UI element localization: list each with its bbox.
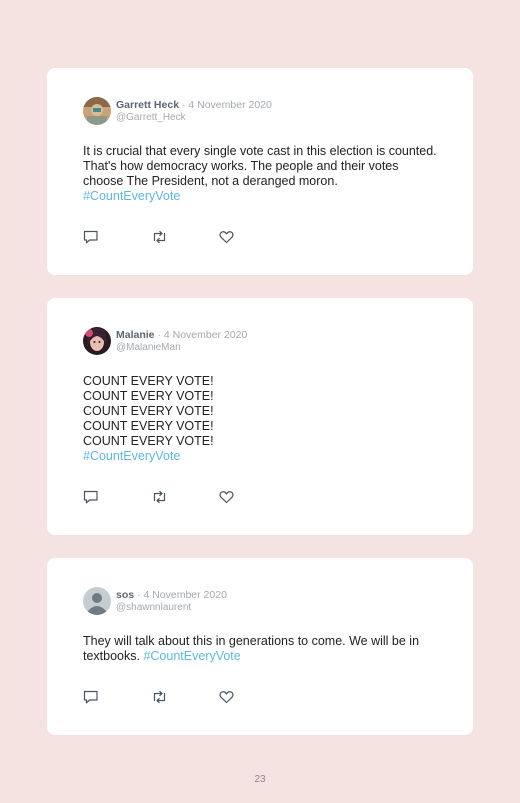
reply-icon[interactable] — [83, 690, 151, 706]
separator: · — [157, 328, 161, 341]
retweet-icon[interactable] — [151, 490, 219, 506]
reply-icon[interactable] — [83, 490, 151, 506]
tweet-text-content: They will talk about this in generations… — [83, 634, 420, 663]
author-handle[interactable]: @MalanieMan — [116, 342, 247, 354]
tweet-card: Garrett Heck · 4 November 2020 @Garrett_… — [47, 68, 473, 275]
hashtag-link[interactable]: #CountEveryVote — [83, 189, 180, 203]
tweet-text: COUNT EVERY VOTE! COUNT EVERY VOTE! COUN… — [83, 374, 437, 464]
tweet-date[interactable]: 4 November 2020 — [164, 329, 247, 341]
tweet-actions — [83, 230, 287, 246]
tweet-text-content: It is crucial that every single vote cas… — [83, 144, 437, 188]
avatar[interactable] — [83, 327, 111, 355]
tweet-date[interactable]: 4 November 2020 — [143, 589, 226, 601]
author-name[interactable]: Malanie — [116, 329, 155, 341]
separator: · — [137, 588, 141, 601]
author-name[interactable]: Garrett Heck — [116, 99, 179, 111]
separator: · — [181, 98, 186, 111]
tweet-text: They will talk about this in generations… — [83, 634, 437, 664]
avatar[interactable] — [83, 97, 111, 125]
hashtag-link[interactable]: #CountEveryVote — [83, 449, 180, 463]
retweet-icon[interactable] — [151, 690, 219, 706]
author-handle[interactable]: @Garrett_Heck — [116, 112, 272, 124]
hashtag-link[interactable]: #CountEveryVote — [143, 649, 240, 663]
tweet-text-content: COUNT EVERY VOTE! COUNT EVERY VOTE! COUN… — [83, 374, 214, 448]
like-icon[interactable] — [219, 230, 287, 246]
reply-icon[interactable] — [83, 230, 151, 246]
page-number: 23 — [254, 774, 266, 785]
avatar[interactable] — [83, 587, 111, 615]
retweet-icon[interactable] — [151, 230, 219, 246]
like-icon[interactable] — [219, 490, 287, 506]
tweet-header: Garrett Heck · 4 November 2020 @Garrett_… — [83, 96, 437, 126]
tweet-card: sos · 4 November 2020 @shawnnlaurent The… — [47, 558, 473, 735]
author-handle[interactable]: @shawnnlaurent — [116, 602, 227, 614]
author-name[interactable]: sos — [116, 589, 134, 601]
tweet-date[interactable]: 4 November 2020 — [188, 99, 271, 111]
tweet-actions — [83, 690, 287, 706]
tweet-header: Malanie · 4 November 2020 @MalanieMan — [83, 326, 437, 356]
like-icon[interactable] — [219, 690, 287, 706]
tweet-card: Malanie · 4 November 2020 @MalanieMan CO… — [47, 298, 473, 535]
tweet-actions — [83, 490, 287, 506]
tweet-text: It is crucial that every single vote cas… — [83, 144, 437, 204]
tweet-header: sos · 4 November 2020 @shawnnlaurent — [83, 586, 437, 616]
